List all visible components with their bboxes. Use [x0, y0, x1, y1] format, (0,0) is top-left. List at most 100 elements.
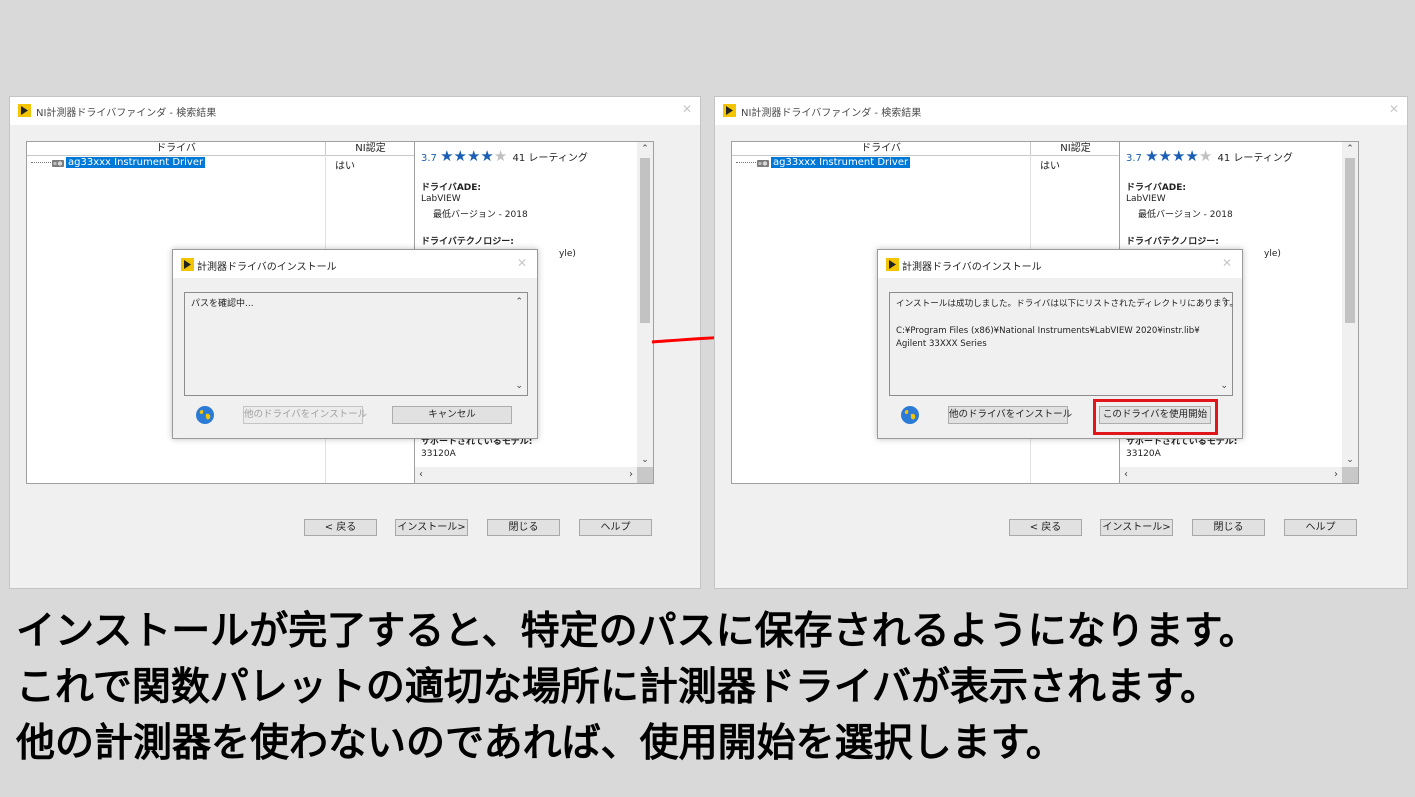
- min-version: 最低バージョン - 2018: [1138, 210, 1233, 220]
- scroll-down-icon[interactable]: ⌄: [1220, 381, 1228, 391]
- close-icon[interactable]: ✕: [682, 102, 692, 116]
- status-line-path: C:¥Program Files (x86)¥National Instrume…: [896, 326, 1200, 336]
- scroll-left-icon[interactable]: ‹: [419, 469, 423, 480]
- dialog-title: 計測器ドライバのインストール: [902, 262, 1042, 273]
- list-item[interactable]: ag33xxx Instrument Driver: [31, 157, 206, 169]
- rating: 3.7 ★★★★★ 41 レーティング: [421, 147, 588, 165]
- filled-stars: ★★★★: [440, 147, 494, 165]
- scroll-down-icon[interactable]: ⌄: [637, 455, 653, 465]
- globe-icon: [901, 406, 919, 424]
- globe-icon: [196, 406, 214, 424]
- install-button[interactable]: インストール>: [395, 519, 468, 536]
- help-button[interactable]: ヘルプ: [579, 519, 652, 536]
- scroll-right-icon[interactable]: ›: [1334, 469, 1338, 480]
- close-icon[interactable]: ✕: [517, 256, 527, 270]
- tech-label: ドライバテクノロジー:: [421, 237, 514, 247]
- install-other-driver-button[interactable]: 他のドライバをインストール: [243, 406, 367, 424]
- horizontal-scrollbar[interactable]: ‹ ›: [1120, 467, 1342, 483]
- labview-icon: [18, 104, 31, 117]
- tech-label: ドライバテクノロジー:: [1126, 237, 1219, 247]
- help-button[interactable]: ヘルプ: [1284, 519, 1357, 536]
- ade-label: ドライバADE:: [1126, 183, 1187, 193]
- rating: 3.7 ★★★★★ 41 レーティング: [1126, 147, 1293, 165]
- install-button[interactable]: インストール>: [1100, 519, 1173, 536]
- status-message: パスを確認中...: [191, 299, 254, 309]
- back-button[interactable]: < 戻る: [1009, 519, 1082, 536]
- caption-line-1: インストールが完了すると、特定のパスに保存されるようになります。: [16, 609, 1258, 654]
- column-header-ni-certified[interactable]: NI認定: [1030, 142, 1120, 155]
- star-icons: ★★★★★: [440, 147, 507, 165]
- caption-line-2: これで関数パレットの適切な場所に計測器ドライバが表示されます。: [16, 665, 1220, 710]
- install-dialog: 計測器ドライバのインストール ✕ パスを確認中... ⌃ ⌄ 他のドライバをイン…: [172, 249, 538, 439]
- rating-count: 41 レーティング: [512, 153, 588, 164]
- ade-label: ドライバADE:: [421, 183, 482, 193]
- scroll-corner: [1342, 467, 1358, 483]
- window-titlebar: NI計測器ドライバファインダ - 検索結果 ✕: [10, 97, 700, 125]
- window-title: NI計測器ドライバファインダ - 検索結果: [36, 108, 217, 119]
- model-value: 33120A: [421, 449, 456, 459]
- vertical-scrollbar[interactable]: ⌃ ⌄: [637, 142, 653, 467]
- column-header-driver[interactable]: ドライバ: [732, 142, 1030, 155]
- caption: インストールが完了すると、特定のパスに保存されるようになります。 これで関数パレ…: [16, 604, 1406, 772]
- ni-certified-value: はい: [1040, 161, 1060, 172]
- scroll-right-icon[interactable]: ›: [629, 469, 633, 480]
- tree-connector: [736, 162, 756, 163]
- rating-value: 3.7: [1126, 153, 1142, 164]
- scroll-corner: [637, 467, 653, 483]
- highlight-box: [1093, 399, 1218, 435]
- ni-certified-value: はい: [335, 161, 355, 172]
- vertical-scrollbar[interactable]: ⌃ ⌄: [1342, 142, 1358, 467]
- column-header-ni-certified[interactable]: NI認定: [325, 142, 415, 155]
- labview-icon: [723, 104, 736, 117]
- status-text-box[interactable]: インストールは成功しました。ドライバは以下にリストされたディレクトリにあります。…: [889, 292, 1238, 396]
- scroll-down-icon[interactable]: ⌄: [515, 381, 523, 391]
- labview-icon: [181, 258, 194, 271]
- list-header: ドライバ NI認定: [27, 142, 415, 156]
- scroll-up-icon[interactable]: ⌃: [515, 297, 523, 307]
- window-title: NI計測器ドライバファインダ - 検索結果: [741, 108, 922, 119]
- close-button[interactable]: 閉じる: [1192, 519, 1265, 536]
- status-line-success: インストールは成功しました。ドライバは以下にリストされたディレクトリにあります。: [896, 299, 1238, 309]
- window-titlebar: NI計測器ドライバファインダ - 検索結果 ✕: [715, 97, 1407, 125]
- status-line-folder: Agilent 33XXX Series: [896, 339, 987, 349]
- status-message: インストールは成功しました。ドライバは以下にリストされたディレクトリにあります。…: [896, 298, 1238, 351]
- dialog-titlebar: 計測器ドライバのインストール ✕: [173, 250, 537, 278]
- list-header: ドライバ NI認定: [732, 142, 1120, 156]
- scroll-thumb[interactable]: [640, 158, 650, 323]
- ade-value: LabVIEW: [1126, 194, 1166, 204]
- scroll-left-icon[interactable]: ‹: [1124, 469, 1128, 480]
- tree-connector: [31, 162, 51, 163]
- back-button[interactable]: < 戻る: [304, 519, 377, 536]
- labview-icon: [886, 258, 899, 271]
- driver-name: ag33xxx Instrument Driver: [771, 157, 911, 168]
- cancel-button[interactable]: キャンセル: [392, 406, 512, 424]
- dialog-titlebar: 計測器ドライバのインストール ✕: [878, 250, 1242, 278]
- status-text-box[interactable]: パスを確認中... ⌃ ⌄: [184, 292, 528, 396]
- model-value: 33120A: [1126, 449, 1161, 459]
- install-other-driver-button[interactable]: 他のドライバをインストール: [948, 406, 1072, 424]
- close-button[interactable]: 閉じる: [487, 519, 560, 536]
- scroll-thumb[interactable]: [1345, 158, 1355, 323]
- screenshot-after: NI計測器ドライバファインダ - 検索結果 ✕ ドライバ NI認定 ag33xx…: [714, 96, 1408, 589]
- tech-value-partial: yle): [1264, 249, 1281, 259]
- dialog-title: 計測器ドライバのインストール: [197, 262, 337, 273]
- close-icon[interactable]: ✕: [1222, 256, 1232, 270]
- star-icons: ★★★★★: [1145, 147, 1212, 165]
- instrument-driver-icon: [757, 159, 769, 167]
- ade-value: LabVIEW: [421, 194, 461, 204]
- filled-stars: ★★★★: [1145, 147, 1199, 165]
- caption-line-3: 他の計測器を使わないのであれば、使用開始を選択します。: [16, 721, 1065, 766]
- min-version: 最低バージョン - 2018: [433, 210, 528, 220]
- empty-star: ★: [493, 147, 508, 165]
- scroll-up-icon[interactable]: ⌃: [1342, 144, 1358, 154]
- tech-value-partial: yle): [559, 249, 576, 259]
- scroll-down-icon[interactable]: ⌄: [1342, 455, 1358, 465]
- column-header-driver[interactable]: ドライバ: [27, 142, 325, 155]
- scroll-up-icon[interactable]: ⌃: [637, 144, 653, 154]
- list-item[interactable]: ag33xxx Instrument Driver: [736, 157, 911, 169]
- horizontal-scrollbar[interactable]: ‹ ›: [415, 467, 637, 483]
- close-icon[interactable]: ✕: [1389, 102, 1399, 116]
- rating-count: 41 レーティング: [1217, 153, 1293, 164]
- rating-value: 3.7: [421, 153, 437, 164]
- scroll-up-icon[interactable]: ⌃: [1220, 297, 1228, 307]
